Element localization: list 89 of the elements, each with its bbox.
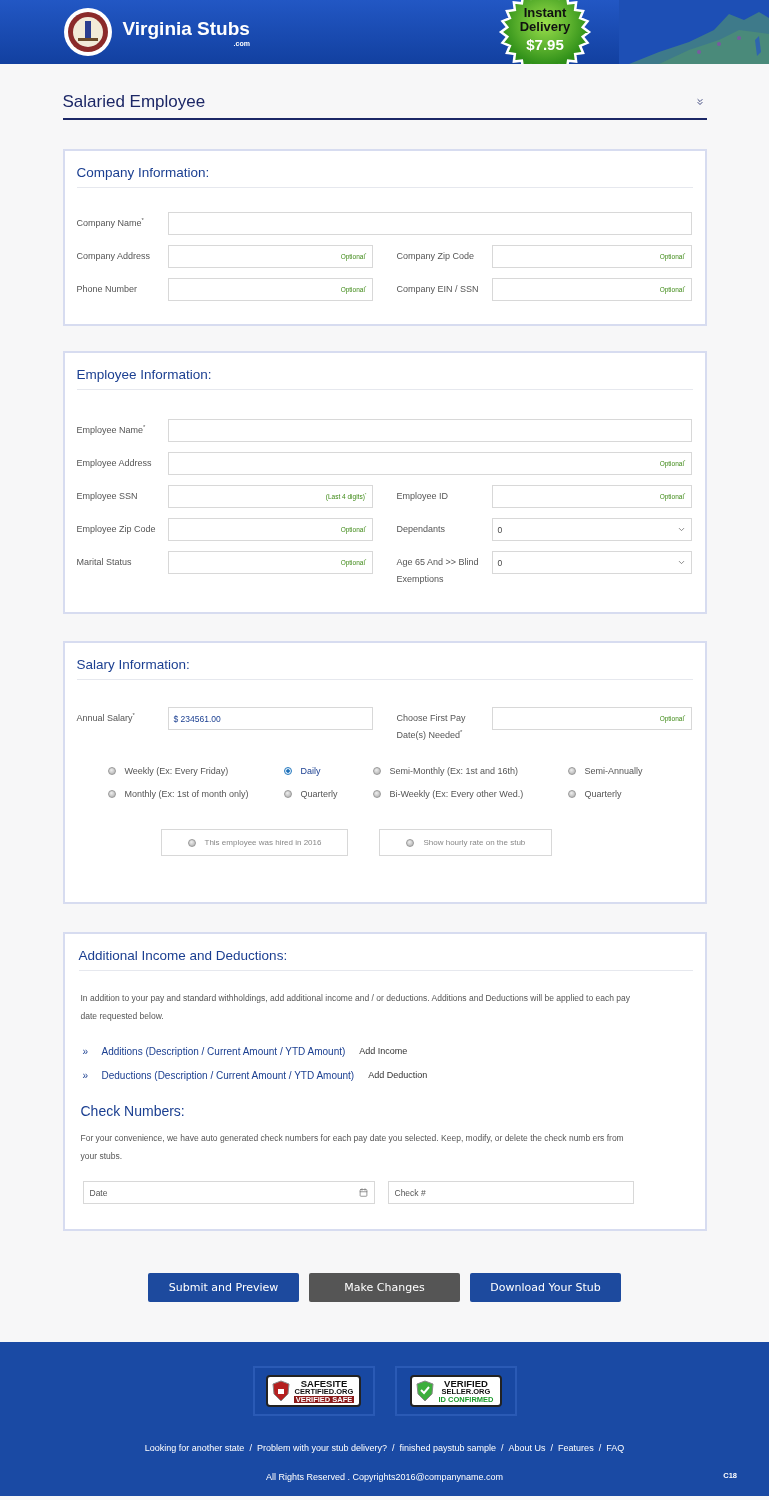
action-button[interactable]: Make Changes: [309, 1273, 460, 1302]
add-link[interactable]: Add Income: [359, 1046, 408, 1056]
footer-link[interactable]: About Us: [508, 1443, 546, 1453]
radio-label: Daily: [300, 766, 321, 776]
select-value: 0: [497, 557, 503, 568]
calendar-icon[interactable]: [358, 1188, 368, 1197]
link-separator: /: [249, 1443, 252, 1453]
field-label: Employee Address: [76, 457, 153, 470]
brand-name: Virginia Stubs: [122, 17, 250, 40]
field-label: Choose First Pay Date(s) Needed$^{*}$: [396, 712, 467, 742]
bullet-marker: »: [82, 1045, 90, 1057]
chevron-down-icon: [676, 525, 686, 534]
state-seal-icon: [62, 7, 113, 57]
text-field[interactable]: Check #: [387, 1181, 634, 1204]
radio-button[interactable]: [283, 767, 292, 775]
field-label: Marital Status: [76, 556, 133, 569]
badge-text: VERIFIED: [443, 1378, 489, 1389]
intro-text: For your convenience, we have auto generated check numbers for each pay date you selected. Keep, modify, or delete the check numb ers from your stubs.: [80, 1132, 625, 1163]
chevron-down-icon: [676, 558, 686, 567]
option-toggle[interactable]: This employee was hired in 2016: [160, 829, 349, 856]
radio-button[interactable]: [107, 790, 116, 798]
field-label: Company EIN / SSN: [396, 283, 480, 296]
radio-button[interactable]: [372, 767, 381, 775]
radio-button[interactable]: [187, 838, 196, 847]
text-field[interactable]: $ 234561.00: [167, 707, 373, 730]
radio-button[interactable]: [406, 838, 415, 847]
badge-text: SAFESITE: [299, 1378, 349, 1389]
field-label: Employee SSN: [76, 490, 139, 503]
link-separator: /: [391, 1443, 395, 1453]
field-label: Company Name$^{*}$: [76, 216, 145, 230]
footer-link[interactable]: Looking for another state: [144, 1443, 245, 1453]
radio-label: Monthly (Ex: 1st of month only): [124, 789, 249, 799]
collapse-icon[interactable]: [694, 97, 705, 107]
date-field[interactable]: Date: [82, 1181, 375, 1204]
field-label: Employee Name$^{*}$: [76, 423, 147, 437]
select-value: 0: [497, 524, 503, 535]
section-title: Company Information:: [76, 165, 693, 188]
shield-icon: [271, 1380, 290, 1402]
radio-button[interactable]: [567, 767, 576, 775]
toggle-label: Show hourly rate on the stub: [423, 838, 526, 847]
intro-text: In addition to your pay and standard withholdings, add additional income and / or deductions. Additions and Deductions will be applied to each pay date requested below.: [80, 992, 632, 1023]
radio-button[interactable]: [372, 790, 381, 798]
section-link[interactable]: Additions (Description / Current Amount / YTD Amount): [101, 1045, 346, 1057]
option-toggle[interactable]: Show hourly rate on the stub: [379, 829, 553, 856]
field-label: Age 65 And >> Blind Exemptions: [396, 556, 480, 586]
page-title: Salaried Employee: [62, 92, 206, 112]
radio-button[interactable]: [107, 767, 116, 775]
field-label: Company Address: [76, 250, 152, 263]
radio-label: Quarterly: [300, 789, 338, 799]
select-field[interactable]: 0: [491, 518, 692, 541]
radio-label: Quarterly: [584, 789, 622, 799]
field-label: Employee ID: [396, 490, 450, 503]
section-title: Employee Information:: [76, 367, 693, 390]
bullet-marker: »: [82, 1069, 90, 1081]
field-label: Annual Salary$^{*}$: [76, 711, 136, 725]
field-value: $ 234561.00: [173, 713, 221, 724]
promo-text: Instant: [522, 6, 568, 19]
field-label: Dependants: [396, 523, 447, 536]
link-separator: /: [598, 1443, 602, 1453]
footer-link[interactable]: finished paystub sample: [399, 1443, 497, 1453]
toggle-label: This employee was hired in 2016: [204, 838, 322, 847]
radio-button[interactable]: [283, 790, 292, 798]
radio-button[interactable]: [567, 790, 576, 798]
copyright-text: All Rights Reserved . Copyrights2016@companyname.com: [265, 1472, 504, 1482]
add-link[interactable]: Add Deduction: [368, 1070, 428, 1080]
footer-link[interactable]: Features: [558, 1443, 594, 1453]
radio-label: Semi-Annually: [584, 766, 643, 776]
promo-price: $7.95: [525, 37, 565, 52]
section-link[interactable]: Deductions (Description / Current Amount / YTD Amount): [101, 1069, 355, 1081]
radio-label: Bi-Weekly (Ex: Every other Wed.): [389, 789, 524, 799]
field-label: Employee Zip Code: [76, 523, 157, 536]
action-button[interactable]: Submit and Preview: [148, 1273, 299, 1302]
promo-text: Delivery: [518, 20, 572, 33]
radio-label: Weekly (Ex: Every Friday): [124, 766, 229, 776]
field-label: Company Zip Code: [396, 250, 476, 263]
field-label: Phone Number: [76, 283, 139, 296]
section-title: Additional Income and Deductions:: [78, 948, 693, 971]
select-field[interactable]: 0: [491, 551, 692, 574]
text-field[interactable]: [167, 419, 692, 442]
footer-link[interactable]: Problem with your stub delivery?: [256, 1443, 387, 1453]
shield-icon: [415, 1380, 434, 1402]
link-separator: /: [550, 1443, 554, 1453]
radio-label: Semi-Monthly (Ex: 1st and 16th): [389, 766, 519, 776]
text-field[interactable]: [167, 212, 692, 235]
action-button[interactable]: Download Your Stub: [470, 1273, 621, 1302]
link-separator: /: [501, 1443, 504, 1453]
section-title: Check Numbers:: [80, 1103, 186, 1119]
section-title: Salary Information:: [76, 657, 693, 680]
footer-link[interactable]: FAQ: [606, 1443, 625, 1453]
